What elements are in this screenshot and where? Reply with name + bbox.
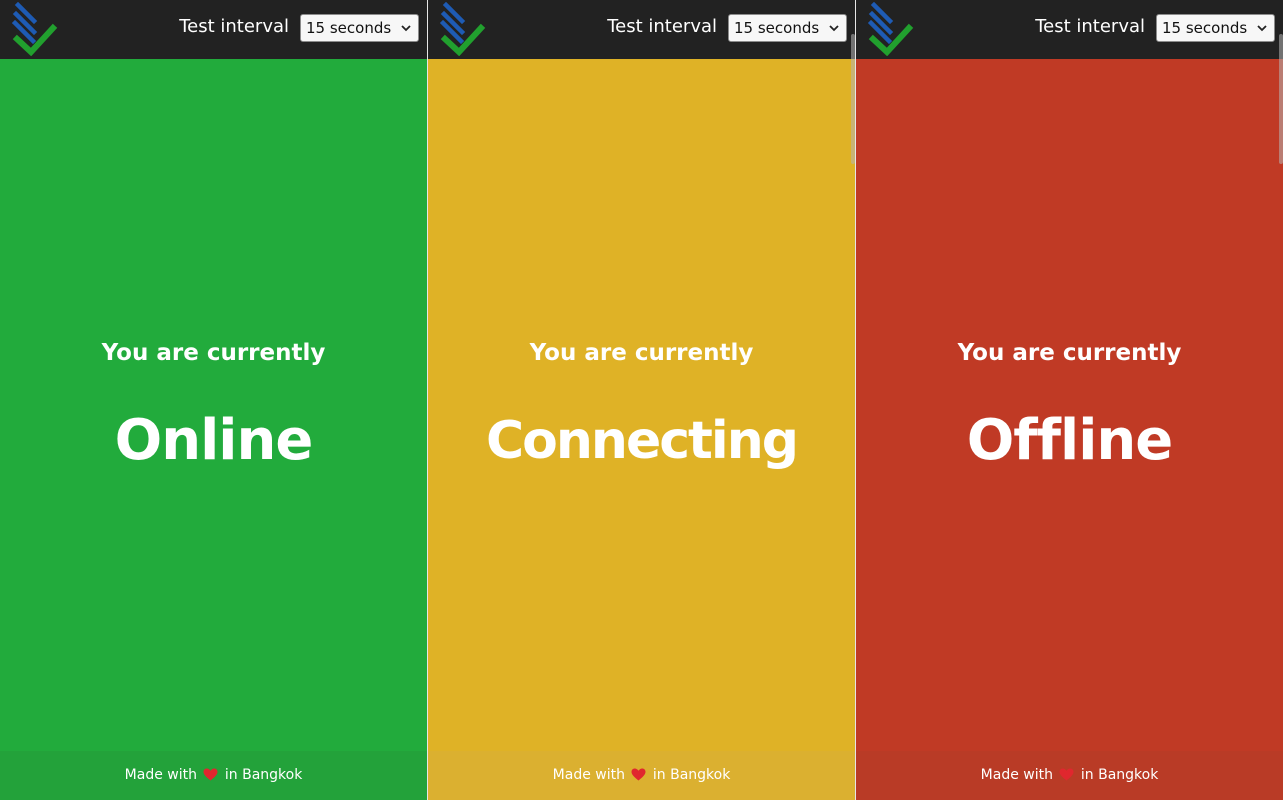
test-interval-label: Test interval — [179, 16, 289, 37]
scrollbar[interactable] — [1279, 34, 1283, 164]
chevron-down-icon — [829, 25, 839, 32]
offline-panel: Test interval 15 seconds You are current… — [855, 0, 1283, 800]
top-bar: Test interval 15 seconds — [0, 0, 427, 59]
connection-status-text: Online — [114, 408, 314, 473]
stacked-check-logo-icon — [440, 2, 486, 56]
connection-status-text: Offline — [966, 408, 1174, 473]
stacked-check-logo-icon — [12, 2, 58, 56]
test-interval-value: 15 seconds — [734, 19, 820, 37]
footer-prefix: Made with — [980, 767, 1053, 783]
top-bar: Test interval 15 seconds — [428, 0, 855, 59]
status-area: You are currently Online — [0, 59, 427, 751]
online-panel: Test interval 15 seconds You are current… — [0, 0, 427, 800]
footer-suffix: in Bangkok — [1080, 767, 1159, 783]
status-intro-text: You are currently — [529, 340, 754, 366]
footer: Made with in Bangkok — [856, 751, 1283, 800]
test-interval-select[interactable]: 15 seconds — [1156, 14, 1275, 42]
footer-prefix: Made with — [552, 767, 625, 783]
status-area: You are currently Offline — [856, 59, 1283, 751]
top-bar: Test interval 15 seconds — [856, 0, 1283, 59]
status-intro-text: You are currently — [957, 340, 1182, 366]
connection-status-text: Connecting — [486, 411, 799, 471]
footer-suffix: in Bangkok — [224, 767, 303, 783]
test-interval-label: Test interval — [607, 16, 717, 37]
heart-icon — [1059, 768, 1074, 781]
chevron-down-icon — [1257, 25, 1267, 32]
status-screens: Test interval 15 seconds You are current… — [0, 0, 1283, 800]
test-interval-label: Test interval — [1035, 16, 1145, 37]
footer-suffix: in Bangkok — [652, 767, 731, 783]
test-interval-value: 15 seconds — [306, 19, 392, 37]
heart-icon — [203, 768, 218, 781]
stacked-check-logo-icon — [868, 2, 914, 56]
footer: Made with in Bangkok — [0, 751, 427, 800]
test-interval-value: 15 seconds — [1162, 19, 1248, 37]
chevron-down-icon — [401, 25, 411, 32]
connecting-panel: Test interval 15 seconds You are current… — [427, 0, 855, 800]
status-area: You are currently Connecting — [428, 59, 855, 751]
status-intro-text: You are currently — [101, 340, 326, 366]
footer-prefix: Made with — [124, 767, 197, 783]
heart-icon — [631, 768, 646, 781]
footer: Made with in Bangkok — [428, 751, 855, 800]
test-interval-select[interactable]: 15 seconds — [300, 14, 419, 42]
test-interval-select[interactable]: 15 seconds — [728, 14, 847, 42]
